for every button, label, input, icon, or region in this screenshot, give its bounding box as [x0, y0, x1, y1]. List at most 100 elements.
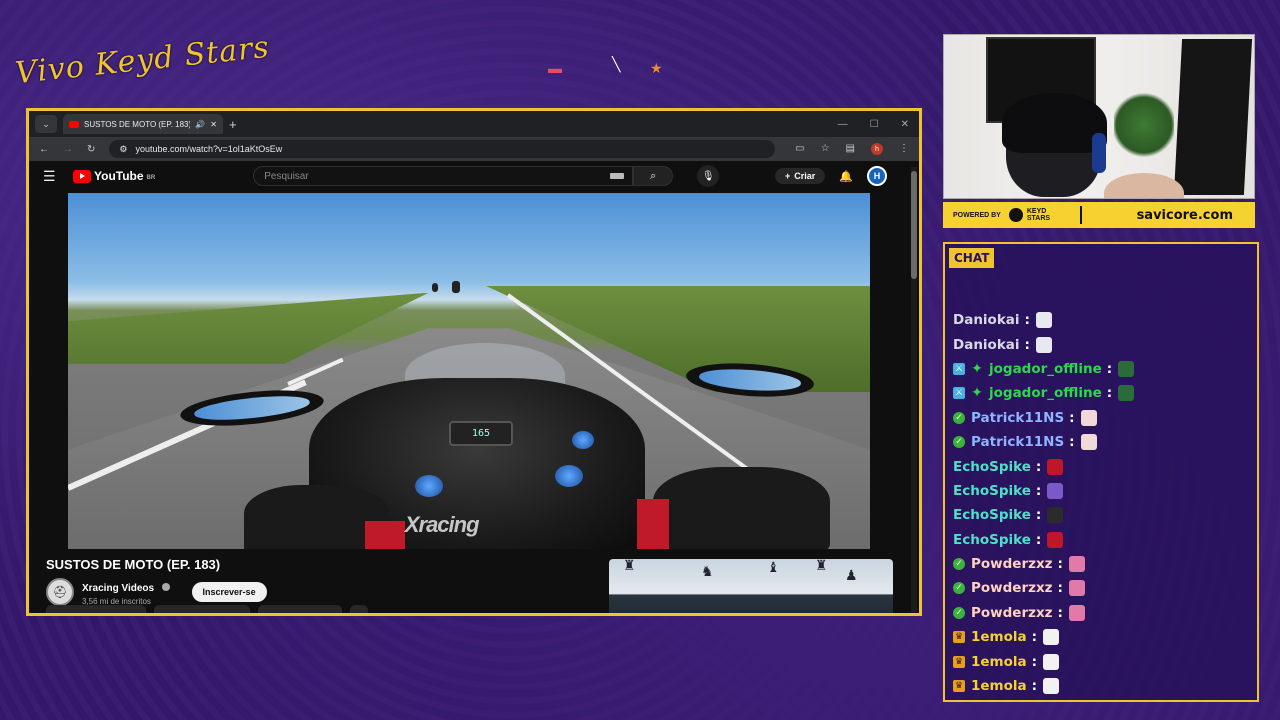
fairing-stripe — [637, 499, 670, 549]
forward-icon[interactable]: → — [63, 144, 73, 155]
chat-separator: : — [1024, 336, 1030, 353]
tab-search-button[interactable]: ⌄ — [35, 115, 57, 133]
close-window-icon[interactable]: ✕ — [901, 119, 909, 130]
tab-close-icon[interactable]: ✕ — [210, 120, 217, 129]
chat-username[interactable]: Patrick11NS — [971, 434, 1064, 450]
create-button[interactable]: + Criar — [775, 168, 826, 184]
site-info-icon[interactable]: ⚙ — [119, 144, 127, 155]
chat-separator: : — [1057, 580, 1063, 597]
browser-menu-icon[interactable]: ⋮ — [899, 143, 909, 155]
channel-avatar[interactable]: ⛑ — [46, 578, 74, 606]
cast-icon[interactable]: ▭ — [795, 143, 804, 155]
mod-badge-icon: ⚔ — [953, 387, 965, 400]
profile-avatar[interactable]: h — [871, 143, 883, 155]
share-button[interactable] — [154, 605, 250, 613]
more-button[interactable] — [350, 605, 368, 613]
subscribe-button[interactable]: Inscrever-se — [191, 582, 267, 602]
chess-piece-icon: ♞ — [701, 563, 714, 579]
chat-message: ✓ Patrick11NS: — [953, 430, 1253, 454]
chat-message: EchoSpike: — [953, 454, 1253, 478]
download-button[interactable] — [258, 605, 342, 613]
chat-username[interactable]: EchoSpike — [953, 507, 1031, 523]
speedometer-readout: 165 — [448, 420, 514, 446]
background-plant — [1114, 90, 1174, 160]
bookmark-star-icon[interactable]: ☆ — [821, 143, 830, 155]
address-actions: ▭ ☆ ▤ h ⋮ — [795, 143, 909, 155]
chat-emote-icon — [1043, 629, 1060, 646]
chat-username[interactable]: Daniokai — [953, 312, 1020, 328]
voice-search-button[interactable]: 🎙 — [697, 165, 720, 187]
chat-username[interactable]: EchoSpike — [953, 483, 1031, 499]
window-controls: — ☐ ✕ — [838, 119, 919, 130]
account-avatar[interactable]: H — [867, 166, 887, 186]
check-badge-icon: ✓ — [953, 436, 965, 449]
reload-icon[interactable]: ↻ — [87, 144, 95, 155]
chat-separator: : — [1057, 604, 1063, 621]
youtube-header-actions: + Criar 🔔 H — [775, 166, 905, 186]
chat-username[interactable]: Powderzxz — [971, 605, 1053, 621]
sponsor-bar: POWERED BY KEYD STARS savicore.com — [943, 202, 1255, 228]
chat-username[interactable]: Patrick11NS — [971, 410, 1064, 426]
chat-message: ⚔ ✦ jogador_offline: — [953, 381, 1253, 405]
fairing-stripe — [364, 520, 405, 549]
chat-emote-icon — [1068, 556, 1085, 573]
brake-reservoir — [572, 431, 594, 449]
maximize-icon[interactable]: ☐ — [870, 119, 879, 130]
extensions-icon[interactable]: ▤ — [846, 143, 855, 155]
chat-message: EchoSpike: — [953, 528, 1253, 552]
like-button[interactable] — [46, 605, 146, 613]
chat-username[interactable]: jogador_offline — [989, 385, 1102, 401]
url-field[interactable]: ⚙ youtube.com/watch?v=1ol1aKtOsEw — [109, 140, 776, 158]
powered-by-label: POWERED BY — [953, 211, 1001, 219]
back-icon[interactable]: ← — [39, 144, 49, 155]
chat-username[interactable]: EchoSpike — [953, 459, 1031, 475]
chess-piece-icon: ♝ — [767, 559, 780, 575]
watch-page: 165 Xracing SUSTOS DE MOTO (EP. 183) ⛑ X… — [29, 191, 919, 613]
chat-message: EchoSpike: — [953, 479, 1253, 503]
chat-username[interactable]: 1emola — [971, 654, 1027, 670]
chat-emote-icon — [1043, 653, 1060, 670]
page-scrollbar[interactable] — [911, 167, 917, 613]
subscriber-badge-icon: ✦ — [971, 385, 983, 402]
youtube-play-icon — [73, 169, 91, 183]
chat-emote-icon — [1080, 434, 1097, 451]
search-placeholder: Pesquisar — [264, 170, 309, 182]
chat-username[interactable]: Daniokai — [953, 337, 1020, 353]
youtube-logo[interactable]: YouTube BR — [73, 169, 155, 183]
channel-name[interactable]: Xracing Videos — [82, 583, 154, 594]
keyboard-icon[interactable] — [610, 173, 625, 179]
search-input[interactable]: Pesquisar — [253, 166, 634, 186]
url-text: youtube.com/watch?v=1ol1aKtOsEw — [135, 144, 283, 154]
chat-username[interactable]: 1emola — [971, 629, 1027, 645]
chat-username[interactable]: EchoSpike — [953, 532, 1031, 548]
chat-separator: : — [1031, 653, 1038, 670]
chat-username[interactable]: Powderzxz — [971, 556, 1053, 572]
video-player[interactable]: 165 Xracing — [68, 193, 870, 549]
notifications-bell-icon[interactable]: 🔔 — [839, 170, 853, 183]
chat-emote-icon — [1035, 336, 1052, 353]
hamburger-menu-icon[interactable]: ☰ — [43, 168, 59, 185]
overlay-decorations: ▬ ╲ ★ — [548, 56, 668, 80]
speaker-icon[interactable]: 🔊 — [195, 120, 205, 129]
mod-badge-icon: ⚔ — [953, 362, 965, 375]
minimize-icon[interactable]: — — [838, 119, 848, 130]
chat-separator: : — [1031, 678, 1038, 695]
check-badge-icon: ✓ — [953, 411, 965, 424]
chat-header: CHAT — [949, 248, 995, 268]
tab-youtube[interactable]: SUSTOS DE MOTO (EP. 183) 🔊 ✕ — [63, 114, 223, 134]
chat-username[interactable]: jogador_offline — [989, 361, 1102, 377]
chat-username[interactable]: Powderzxz — [971, 580, 1053, 596]
spinner-icon: ╲ — [612, 56, 621, 72]
chat-panel: CHAT Daniokai: Daniokai: ⚔ ✦ jogador_offline… — [943, 242, 1259, 702]
chat-message: Daniokai: — [953, 332, 1253, 356]
search-button[interactable]: ⌕ — [633, 166, 674, 186]
chat-username[interactable]: 1emola — [971, 678, 1027, 694]
chess-piece-icon: ♜ — [815, 559, 828, 573]
country-code: BR — [146, 175, 156, 181]
chat-emote-icon — [1035, 312, 1052, 329]
video-info: SUSTOS DE MOTO (EP. 183) ⛑ Xracing Video… — [46, 557, 606, 606]
new-tab-button[interactable]: + — [229, 117, 237, 132]
related-video-thumbnail[interactable]: ♜ ♞ ♝ ♜ ♟ — [609, 559, 893, 613]
scrollbar-thumb[interactable] — [911, 171, 917, 279]
brand-line-1: KEYD — [1026, 208, 1047, 215]
